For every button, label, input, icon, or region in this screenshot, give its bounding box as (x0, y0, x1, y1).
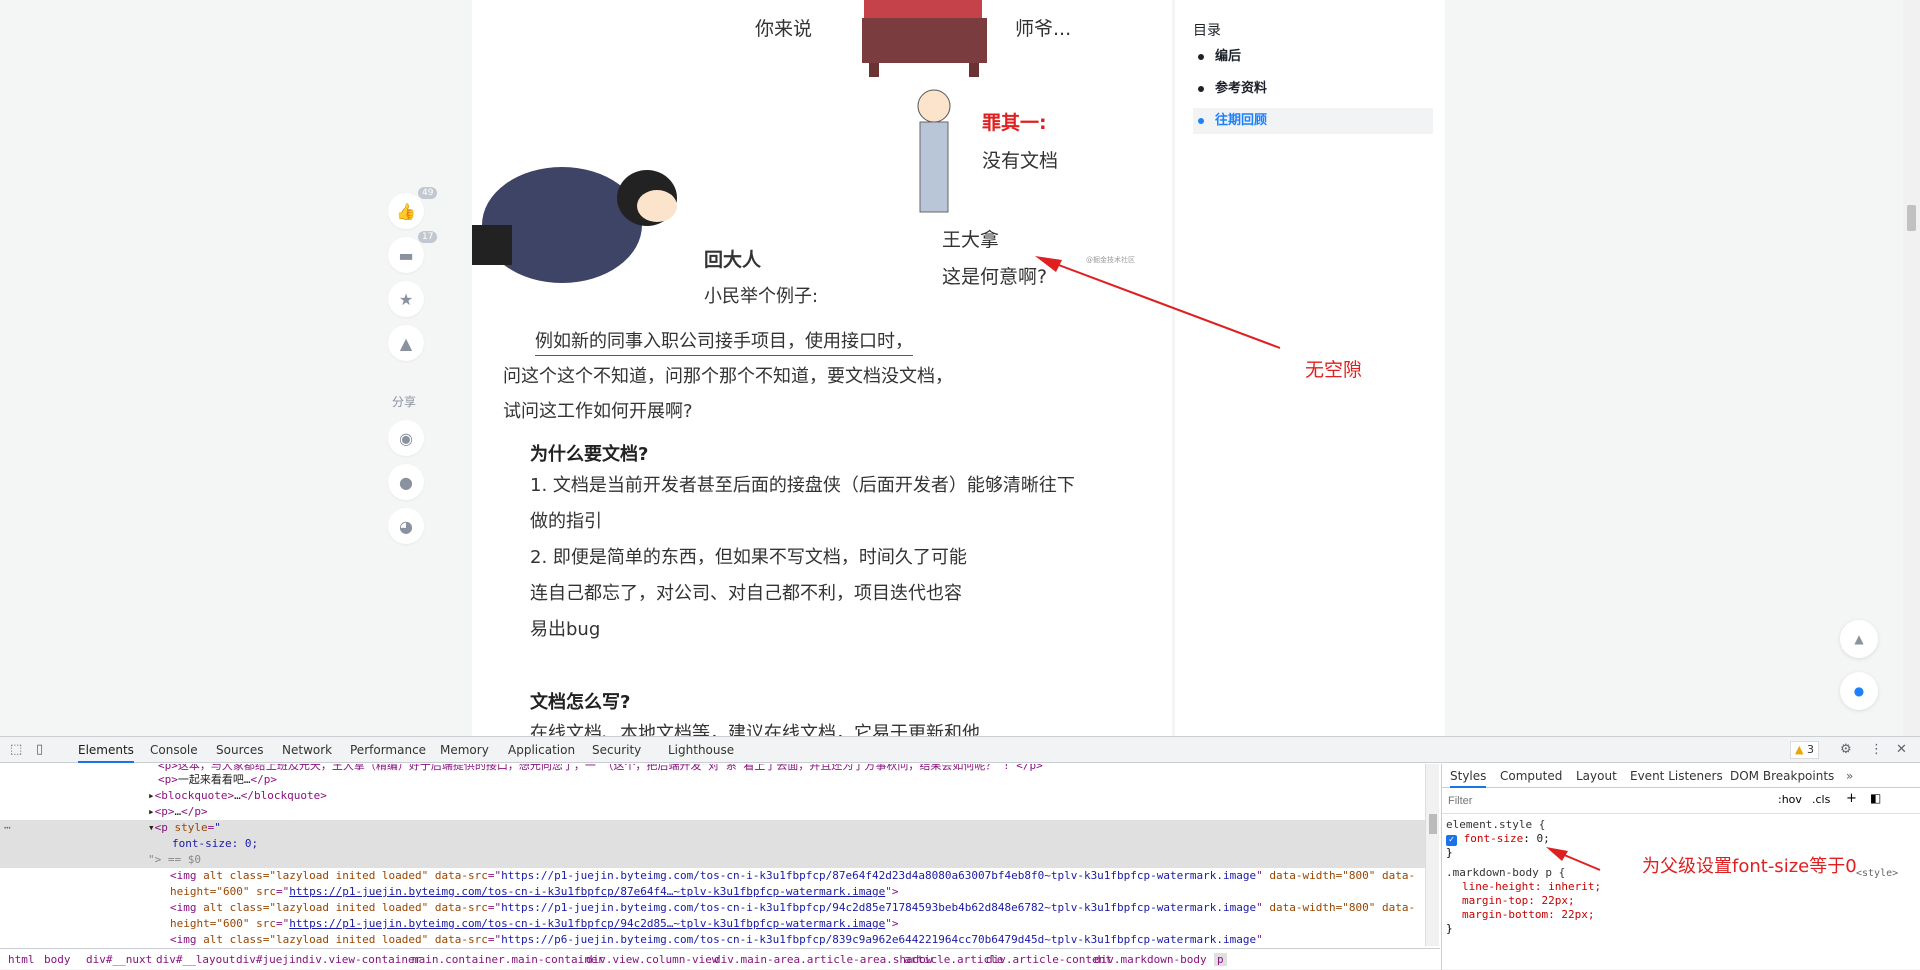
crumb-view-container[interactable]: div.view-container (302, 953, 421, 966)
tab-security[interactable]: Security (592, 737, 641, 763)
node-ellipsis[interactable]: ⋯ (4, 820, 11, 836)
more-tabs-icon[interactable]: » (1846, 764, 1853, 788)
page: 👍 49 ▬ 17 ★ ▲ 分享 ◉ ● ◕ 你来说 师爷... 罪其一: 没有… (0, 0, 1920, 736)
code-line-truncated: <p>这本，与大家都给上班及元天，王大拿（精编）好于后端提供的接口，想元向您了，… (158, 764, 1043, 772)
tab-console[interactable]: Console (150, 737, 198, 763)
tab-event-listeners[interactable]: Event Listeners (1630, 764, 1723, 788)
crumb-p[interactable]: p (1214, 953, 1227, 966)
dom-breadcrumb: html body div#__nuxt div#__layout div#ju… (0, 948, 1440, 970)
caret-up-icon: ▲ (1854, 632, 1864, 646)
tab-elements[interactable]: Elements (78, 737, 134, 763)
code-line-p-text[interactable]: <p>一起来看看吧…</p> (158, 772, 277, 788)
feedback-button[interactable]: ● (1840, 672, 1878, 710)
tab-computed[interactable]: Computed (1500, 764, 1562, 788)
page-scrollbar[interactable] (1903, 0, 1920, 736)
code-line-p-style[interactable]: ▾<p style=" (148, 820, 221, 836)
devtools-panel: ⬚ ▯ Elements Console Sources Network Per… (0, 736, 1920, 970)
back-to-top-button[interactable]: ▲ (1840, 620, 1878, 658)
crumb-html[interactable]: html (8, 953, 35, 966)
tab-sources[interactable]: Sources (216, 737, 263, 763)
warning-badge[interactable]: ▲ 3 (1790, 741, 1819, 759)
crumb-body[interactable]: body (44, 953, 71, 966)
more-options-icon[interactable]: ⋮ (1870, 742, 1883, 757)
tab-layout[interactable]: Layout (1576, 764, 1617, 788)
markdown-body-close: } (1446, 922, 1453, 935)
tab-dom-breakpoints[interactable]: DOM Breakpoints (1730, 764, 1834, 788)
code-line-img2[interactable]: <img alt class="lazyload inited loaded" … (170, 900, 1415, 916)
code-line-font-size: font-size: 0; (172, 837, 259, 850)
devtools-tab-bar: ⬚ ▯ Elements Console Sources Network Per… (0, 737, 1920, 763)
code-line-eq-s0: "> == $0 (148, 853, 201, 866)
warning-count: 3 (1806, 743, 1814, 756)
cls-toggle[interactable]: .cls (1812, 793, 1830, 806)
annotation-no-gap: 无空隙 (1305, 359, 1363, 381)
arrow-font-size-head (1546, 847, 1568, 861)
inspect-element-icon[interactable]: ⬚ (10, 742, 22, 757)
add-rule-icon[interactable]: + (1846, 791, 1857, 806)
crumb-markdown-body[interactable]: div.markdown-body (1094, 953, 1207, 966)
tab-network[interactable]: Network (282, 737, 332, 763)
hov-toggle[interactable]: :hov (1778, 793, 1802, 806)
tab-lighthouse[interactable]: Lighthouse (668, 737, 734, 763)
crumb-nuxt[interactable]: div#__nuxt (86, 953, 152, 966)
elements-scrollbar[interactable] (1425, 764, 1439, 946)
margin-bottom-declaration[interactable]: margin-bottom: 22px; (1462, 908, 1594, 922)
crumb-article-area[interactable]: div.main-area.article-area.shadow (714, 953, 933, 966)
tab-application[interactable]: Application (508, 737, 575, 763)
tab-styles[interactable]: Styles (1450, 764, 1487, 788)
arrow-no-gap-head (1035, 256, 1062, 272)
annotation-overlay (1035, 256, 1281, 349)
crumb-main-container[interactable]: main.container.main-container (412, 953, 604, 966)
code-line-img2b[interactable]: height="600" src="https://p1-juejin.byte… (170, 916, 899, 932)
settings-gear-icon[interactable]: ⚙ (1840, 742, 1852, 757)
code-line-img1b[interactable]: height="600" src="https://p1-juejin.byte… (170, 884, 899, 900)
code-line-img3[interactable]: <img alt class="lazyload inited loaded" … (170, 932, 1263, 946)
crumb-juejin[interactable]: div#juejin (236, 953, 302, 966)
elements-tree: <p>这本，与大家都给上班及元天，王大拿（精编）好于后端提供的接口，想元向您了，… (0, 764, 1440, 946)
crumb-layout[interactable]: div#__layout (156, 953, 235, 966)
code-line-img1[interactable]: <img alt class="lazyload inited loaded" … (170, 868, 1415, 884)
chat-bubble-icon: ● (1853, 684, 1865, 698)
code-line-blockquote[interactable]: ▸<blockquote>…</blockquote> (148, 788, 327, 804)
tab-memory[interactable]: Memory (440, 737, 489, 763)
code-line-p-collapsed[interactable]: ▸<p>…</p> (148, 804, 208, 820)
annotation-parent-font-size: 为父级设置font-size等于0 (1642, 856, 1857, 877)
crumb-column-view[interactable]: div.view.column-view (586, 953, 718, 966)
warning-icon: ▲ (1795, 743, 1804, 756)
styles-tab-bar: Styles Computed Layout Event Listeners D… (1442, 764, 1920, 788)
close-icon[interactable]: ✕ (1896, 742, 1907, 757)
margin-top-declaration[interactable]: margin-top: 22px; (1462, 894, 1575, 908)
device-toolbar-icon[interactable]: ▯ (36, 742, 43, 757)
arrow-no-gap-line (1039, 257, 1281, 349)
crumb-article-content[interactable]: div.article-content (986, 953, 1112, 966)
page-scrollbar-thumb[interactable] (1907, 205, 1916, 231)
elements-scrollbar-thumb[interactable] (1429, 814, 1437, 834)
tab-performance[interactable]: Performance (350, 737, 426, 763)
toggle-sidebar-icon[interactable]: ◧ (1870, 791, 1881, 805)
